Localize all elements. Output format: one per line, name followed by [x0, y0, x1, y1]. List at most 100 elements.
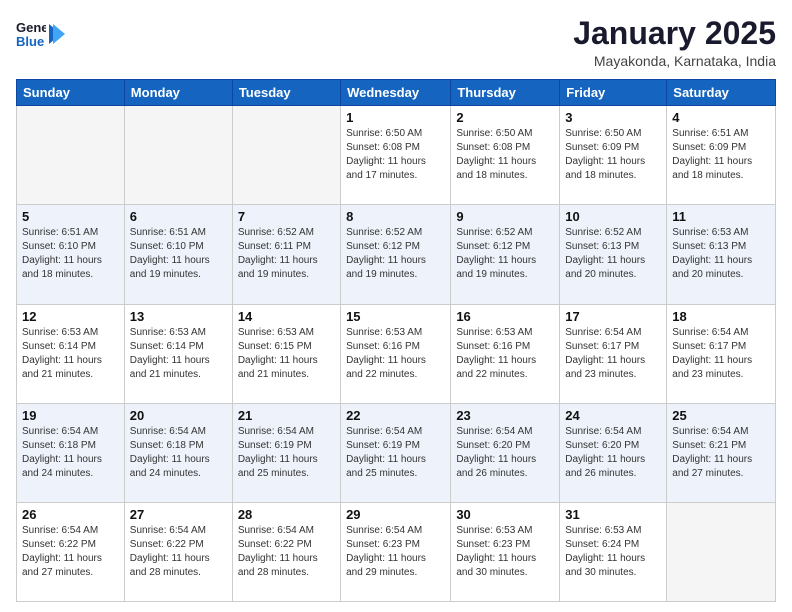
calendar-cell-2-3: 15Sunrise: 6:53 AM Sunset: 6:16 PM Dayli…	[341, 304, 451, 403]
header-saturday: Saturday	[667, 80, 776, 106]
header-tuesday: Tuesday	[232, 80, 340, 106]
day-info-11: Sunrise: 6:53 AM Sunset: 6:13 PM Dayligh…	[672, 226, 770, 282]
day-info-20: Sunrise: 6:54 AM Sunset: 6:18 PM Dayligh…	[130, 425, 227, 481]
calendar-cell-2-2: 14 Sunrise: 6:53 AM Sunset: 6:15 PM Dayli…	[232, 304, 340, 403]
calendar-cell-2-6: 18 Sunrise: 6:54 AM Sunset: 6:17 PM Dayli…	[667, 304, 776, 403]
day-info-27: Sunrise: 6:54 AM Sunset: 6:22 PM Dayligh…	[130, 524, 227, 580]
day-number-19: 19	[22, 408, 119, 423]
day-number-6: 6	[130, 209, 227, 224]
calendar-cell-3-2: 21 Sunrise: 6:54 AM Sunset: 6:19 PM Dayli…	[232, 403, 340, 502]
day-info-2: Sunrise: 6:50 AM Sunset: 6:08 PM Dayligh…	[456, 127, 554, 183]
calendar-cell-4-6	[667, 502, 776, 601]
day-info-28: Sunrise: 6:54 AM Sunset: 6:22 PM Dayligh…	[238, 524, 335, 580]
day-number-21: 21	[238, 408, 335, 423]
day-info-5: Sunrise: 6:51 AM Sunset: 6:10 PM Dayligh…	[22, 226, 119, 282]
logo: General Blue	[16, 16, 65, 52]
calendar-cell-0-6: 4 Sunrise: 6:51 AM Sunset: 6:09 PM Daylig…	[667, 106, 776, 205]
calendar-cell-4-3: 29Sunrise: 6:54 AM Sunset: 6:23 PM Dayli…	[341, 502, 451, 601]
day-info-25: Sunrise: 6:54 AM Sunset: 6:21 PM Dayligh…	[672, 425, 770, 481]
calendar-cell-4-5: 31Sunrise: 6:53 AM Sunset: 6:24 PM Dayli…	[560, 502, 667, 601]
day-info-30: Sunrise: 6:53 AM Sunset: 6:23 PM Dayligh…	[456, 524, 554, 580]
day-number-22: 22	[346, 408, 445, 423]
day-info-29: Sunrise: 6:54 AM Sunset: 6:23 PM Dayligh…	[346, 524, 445, 580]
week-row-0: 1 Sunrise: 6:50 AM Sunset: 6:08 PM Daylig…	[17, 106, 776, 205]
day-info-3: Sunrise: 6:50 AM Sunset: 6:09 PM Dayligh…	[565, 127, 661, 183]
day-info-6: Sunrise: 6:51 AM Sunset: 6:10 PM Dayligh…	[130, 226, 227, 282]
day-info-21: Sunrise: 6:54 AM Sunset: 6:19 PM Dayligh…	[238, 425, 335, 481]
day-number-27: 27	[130, 507, 227, 522]
day-info-8: Sunrise: 6:52 AM Sunset: 6:12 PM Dayligh…	[346, 226, 445, 282]
day-number-23: 23	[456, 408, 554, 423]
day-info-23: Sunrise: 6:54 AM Sunset: 6:20 PM Dayligh…	[456, 425, 554, 481]
calendar-cell-1-3: 8 Sunrise: 6:52 AM Sunset: 6:12 PM Daylig…	[341, 205, 451, 304]
header-sunday: Sunday	[17, 80, 125, 106]
calendar-cell-3-4: 23 Sunrise: 6:54 AM Sunset: 6:20 PM Dayli…	[451, 403, 560, 502]
day-info-19: Sunrise: 6:54 AM Sunset: 6:18 PM Dayligh…	[22, 425, 119, 481]
day-info-13: Sunrise: 6:53 AM Sunset: 6:14 PM Dayligh…	[130, 326, 227, 382]
calendar-cell-4-0: 26Sunrise: 6:54 AM Sunset: 6:22 PM Dayli…	[17, 502, 125, 601]
logo-inner: General Blue	[16, 16, 65, 52]
day-info-10: Sunrise: 6:52 AM Sunset: 6:13 PM Dayligh…	[565, 226, 661, 282]
week-row-2: 12 Sunrise: 6:53 AM Sunset: 6:14 PM Dayli…	[17, 304, 776, 403]
day-info-18: Sunrise: 6:54 AM Sunset: 6:17 PM Dayligh…	[672, 326, 770, 382]
page: General Blue January 2025 Mayakonda, Kar…	[0, 0, 792, 612]
calendar-cell-0-0	[17, 106, 125, 205]
calendar-cell-1-1: 6 Sunrise: 6:51 AM Sunset: 6:10 PM Daylig…	[124, 205, 232, 304]
day-info-1: Sunrise: 6:50 AM Sunset: 6:08 PM Dayligh…	[346, 127, 445, 183]
day-number-20: 20	[130, 408, 227, 423]
week-row-4: 26 Sunrise: 6:54 AM Sunset: 6:22 PM Dayli…	[17, 502, 776, 601]
week-row-1: 5Sunrise: 6:51 AM Sunset: 6:10 PM Daylig…	[17, 205, 776, 304]
day-number-24: 24	[565, 408, 661, 423]
day-number-8: 8	[346, 209, 445, 224]
location-subtitle: Mayakonda, Karnataka, India	[573, 53, 776, 69]
day-info-15: Sunrise: 6:53 AM Sunset: 6:16 PM Dayligh…	[346, 326, 445, 382]
calendar-cell-1-0: 5Sunrise: 6:51 AM Sunset: 6:10 PM Daylig…	[17, 205, 125, 304]
day-info-9: Sunrise: 6:52 AM Sunset: 6:12 PM Dayligh…	[456, 226, 554, 282]
day-info-24: Sunrise: 6:54 AM Sunset: 6:20 PM Dayligh…	[565, 425, 661, 481]
day-number-28: 28	[238, 507, 335, 522]
calendar-cell-4-2: 28 Sunrise: 6:54 AM Sunset: 6:22 PM Dayli…	[232, 502, 340, 601]
day-number-12: 12	[22, 309, 119, 324]
day-number-31: 31	[565, 507, 661, 522]
day-number-14: 14	[238, 309, 335, 324]
calendar-cell-3-3: 22Sunrise: 6:54 AM Sunset: 6:19 PM Dayli…	[341, 403, 451, 502]
weekday-header-row: Sunday Monday Tuesday Wednesday Thursday…	[17, 80, 776, 106]
day-number-2: 2	[456, 110, 554, 125]
day-info-7: Sunrise: 6:52 AM Sunset: 6:11 PM Dayligh…	[238, 226, 335, 282]
day-number-18: 18	[672, 309, 770, 324]
day-number-3: 3	[565, 110, 661, 125]
day-info-17: Sunrise: 6:54 AM Sunset: 6:17 PM Dayligh…	[565, 326, 661, 382]
header-thursday: Thursday	[451, 80, 560, 106]
day-number-4: 4	[672, 110, 770, 125]
calendar-cell-2-1: 13 Sunrise: 6:53 AM Sunset: 6:14 PM Dayli…	[124, 304, 232, 403]
calendar-cell-1-6: 11 Sunrise: 6:53 AM Sunset: 6:13 PM Dayli…	[667, 205, 776, 304]
day-info-4: Sunrise: 6:51 AM Sunset: 6:09 PM Dayligh…	[672, 127, 770, 183]
calendar-table: Sunday Monday Tuesday Wednesday Thursday…	[16, 79, 776, 602]
week-row-3: 19 Sunrise: 6:54 AM Sunset: 6:18 PM Dayli…	[17, 403, 776, 502]
day-number-1: 1	[346, 110, 445, 125]
day-info-16: Sunrise: 6:53 AM Sunset: 6:16 PM Dayligh…	[456, 326, 554, 382]
calendar-cell-1-5: 10Sunrise: 6:52 AM Sunset: 6:13 PM Dayli…	[560, 205, 667, 304]
calendar-cell-0-5: 3 Sunrise: 6:50 AM Sunset: 6:09 PM Daylig…	[560, 106, 667, 205]
day-number-25: 25	[672, 408, 770, 423]
calendar-cell-3-5: 24 Sunrise: 6:54 AM Sunset: 6:20 PM Dayli…	[560, 403, 667, 502]
day-number-11: 11	[672, 209, 770, 224]
svg-text:General: General	[16, 20, 46, 35]
day-number-9: 9	[456, 209, 554, 224]
calendar-cell-2-5: 17 Sunrise: 6:54 AM Sunset: 6:17 PM Dayli…	[560, 304, 667, 403]
calendar-cell-2-0: 12Sunrise: 6:53 AM Sunset: 6:14 PM Dayli…	[17, 304, 125, 403]
logo-shape: General Blue	[16, 16, 46, 52]
header-wednesday: Wednesday	[341, 80, 451, 106]
calendar-cell-1-4: 9 Sunrise: 6:52 AM Sunset: 6:12 PM Daylig…	[451, 205, 560, 304]
title-block: January 2025 Mayakonda, Karnataka, India	[573, 16, 776, 69]
calendar-cell-1-2: 7Sunrise: 6:52 AM Sunset: 6:11 PM Daylig…	[232, 205, 340, 304]
calendar-cell-0-2	[232, 106, 340, 205]
day-number-17: 17	[565, 309, 661, 324]
day-number-26: 26	[22, 507, 119, 522]
day-number-13: 13	[130, 309, 227, 324]
day-info-14: Sunrise: 6:53 AM Sunset: 6:15 PM Dayligh…	[238, 326, 335, 382]
calendar-cell-4-4: 30Sunrise: 6:53 AM Sunset: 6:23 PM Dayli…	[451, 502, 560, 601]
calendar-cell-2-4: 16Sunrise: 6:53 AM Sunset: 6:16 PM Dayli…	[451, 304, 560, 403]
header-monday: Monday	[124, 80, 232, 106]
calendar-cell-0-4: 2 Sunrise: 6:50 AM Sunset: 6:08 PM Daylig…	[451, 106, 560, 205]
